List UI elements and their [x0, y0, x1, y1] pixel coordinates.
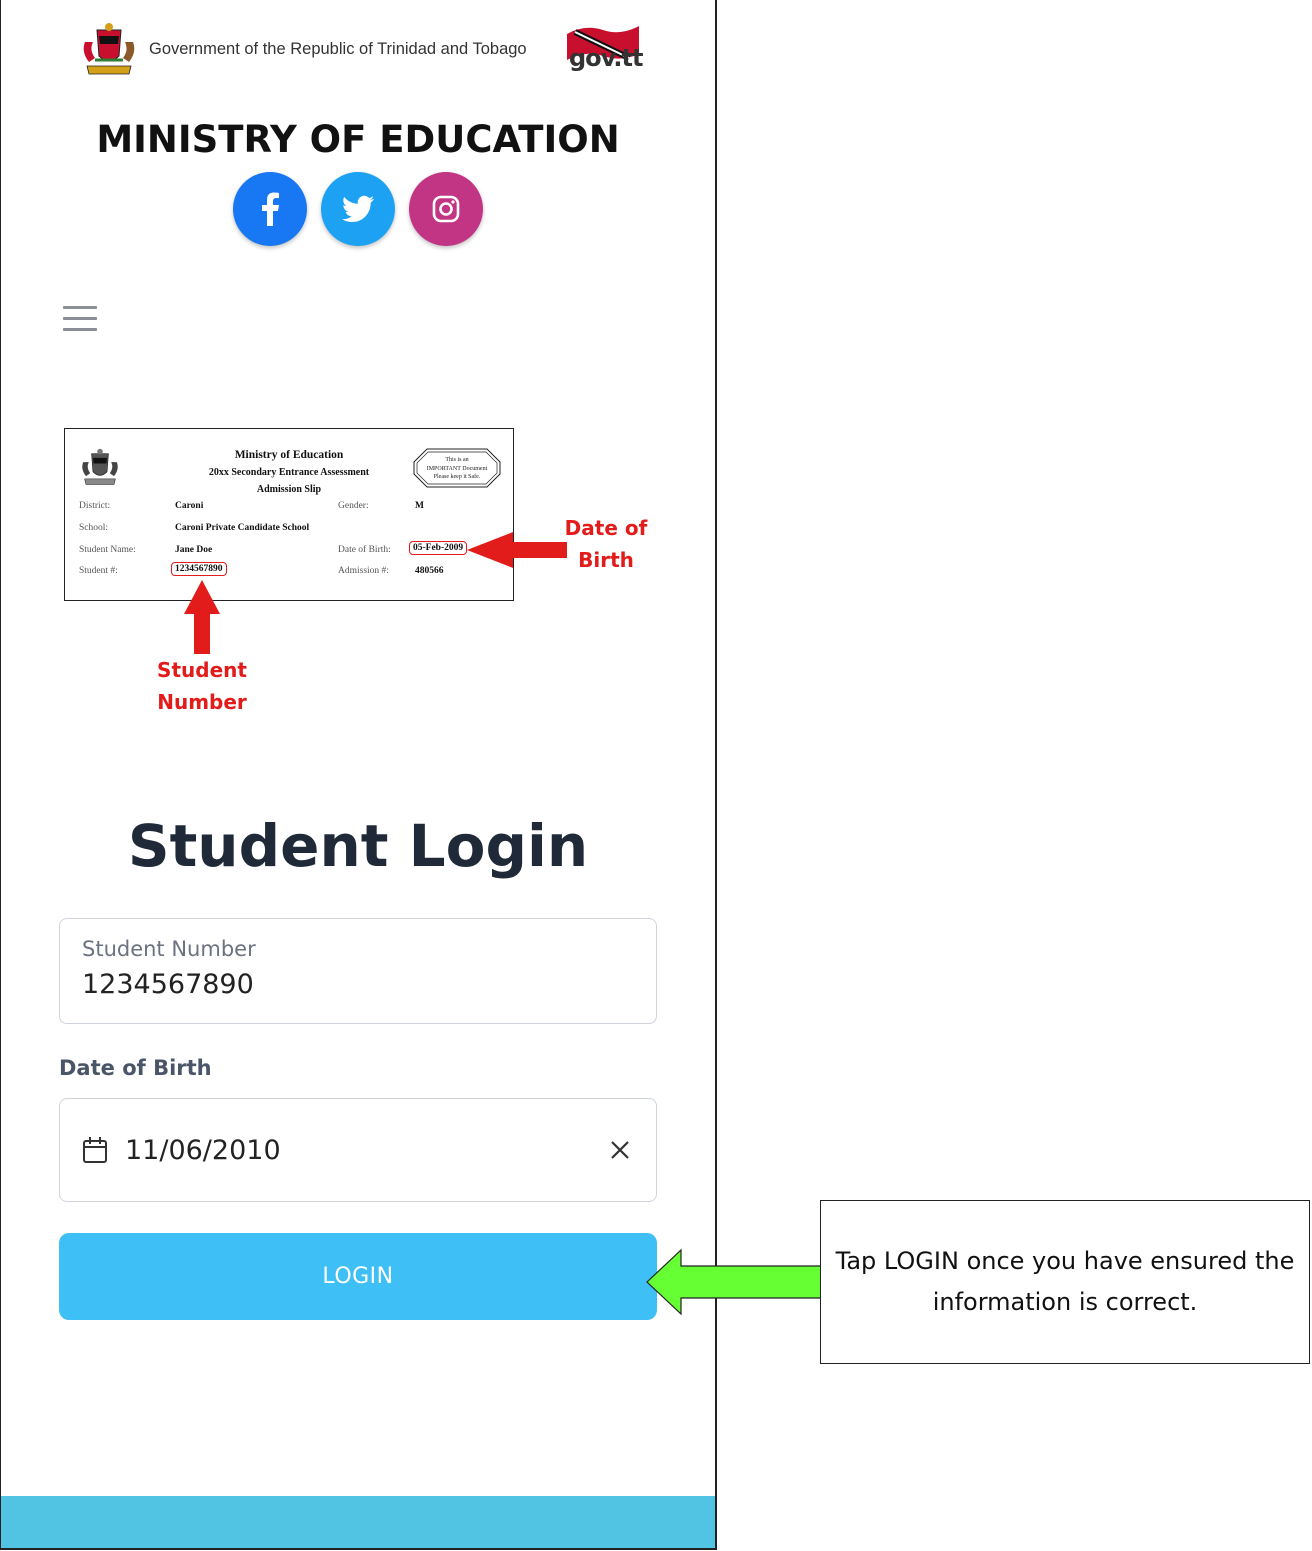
district-value: Caroni — [175, 501, 204, 511]
facebook-icon — [262, 192, 279, 226]
slip-dob-value: 05-Feb-2009 — [409, 541, 468, 555]
gender-value: M — [415, 501, 424, 511]
page-title: Student Login — [127, 812, 589, 880]
student-number-label: Student #: — [79, 566, 118, 576]
district-label: District: — [79, 501, 111, 511]
student-number-annotation-line-1: Student — [157, 658, 247, 682]
dob-annotation: Date of Birth — [561, 512, 651, 576]
instagram-icon — [432, 195, 460, 223]
admission-slip-image: Ministry of Education 20xx Secondary Ent… — [64, 428, 514, 601]
instruction-callout: Tap LOGIN once you have ensured the info… — [820, 1200, 1310, 1364]
student-number-red-arrow-icon — [184, 580, 220, 654]
dob-annotation-line-1: Date of — [564, 516, 648, 540]
student-name-value: Jane Doe — [175, 545, 213, 555]
student-number-field[interactable]: Student Number 1234567890 — [59, 918, 657, 1024]
stamp-line-1: This is an — [445, 457, 469, 463]
important-stamp: This is an IMPORTANT Document Please kee… — [413, 448, 501, 488]
student-number-annotation-line-2: Number — [157, 690, 247, 714]
student-number-field-label: Student Number — [82, 937, 256, 961]
dob-annotation-line-2: Birth — [578, 548, 634, 572]
admission-value: 480566 — [415, 566, 444, 576]
phone-screen: Government of the Republic of Trinidad a… — [0, 0, 717, 1550]
date-of-birth-field[interactable]: 11/06/2010 — [59, 1098, 657, 1202]
gender-label: Gender: — [338, 501, 369, 511]
government-title: Government of the Republic of Trinidad a… — [149, 40, 527, 58]
green-arrow-icon — [646, 1248, 822, 1316]
ministry-title: MINISTRY OF EDUCATION — [96, 118, 620, 161]
student-number-annotation: Student Number — [141, 654, 263, 718]
coat-of-arms-icon — [83, 23, 135, 75]
twitter-button[interactable] — [321, 172, 395, 246]
school-value: Caroni Private Candidate School — [175, 523, 310, 533]
instagram-button[interactable] — [409, 172, 483, 246]
school-label: School: — [79, 523, 109, 533]
date-of-birth-label: Date of Birth — [59, 1056, 212, 1080]
slip-dob-label: Date of Birth: — [338, 545, 391, 555]
facebook-button[interactable] — [233, 172, 307, 246]
student-number-input[interactable]: 1234567890 — [82, 969, 254, 1000]
stamp-line-3: Please keep it Safe. — [433, 474, 481, 480]
student-name-label: Student Name: — [79, 545, 136, 555]
dob-red-arrow-icon — [467, 532, 567, 568]
twitter-icon — [342, 195, 374, 223]
gov-tt-logo: gov.tt — [565, 20, 643, 76]
gov-tt-logo-text: gov.tt — [569, 44, 643, 72]
government-header: Government of the Republic of Trinidad a… — [79, 20, 643, 80]
clear-icon[interactable] — [609, 1139, 631, 1161]
footer-bar — [1, 1496, 715, 1548]
calendar-icon[interactable] — [82, 1136, 108, 1164]
slip-student-number-value: 1234567890 — [171, 562, 227, 576]
menu-icon[interactable] — [63, 304, 97, 332]
stamp-line-2: IMPORTANT Document — [426, 465, 488, 472]
admission-label: Admission #: — [338, 566, 389, 576]
date-of-birth-input[interactable]: 11/06/2010 — [125, 1135, 281, 1166]
login-button[interactable]: LOGIN — [59, 1233, 657, 1320]
